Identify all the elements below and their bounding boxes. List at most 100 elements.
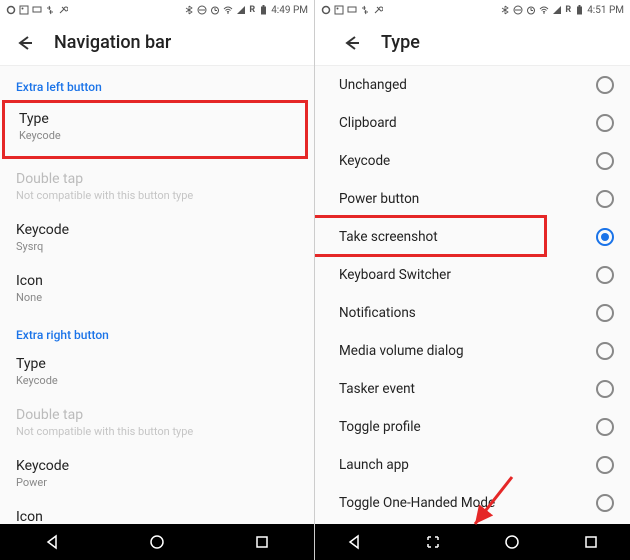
status-left-icons — [6, 5, 68, 15]
back-button[interactable] — [12, 31, 36, 55]
wifi-icon — [223, 5, 233, 15]
pref-title: Icon — [16, 509, 298, 524]
status-bar: R 4:51 PM — [315, 0, 630, 20]
pref-sub: None — [16, 291, 298, 304]
pref-sub: Power — [16, 476, 298, 489]
radio-option[interactable]: Notifications — [315, 294, 630, 332]
pref-title: Type — [16, 356, 298, 372]
left-screenshot: R 4:49 PM Navigation bar Extra left butt… — [0, 0, 315, 560]
pref-doubletap: Double tap Not compatible with this butt… — [0, 397, 314, 448]
circle-icon — [321, 5, 331, 15]
status-right-icons: R 4:51 PM — [500, 5, 624, 16]
pref-title: Keycode — [16, 458, 298, 474]
radio-option[interactable]: Keycode — [315, 142, 630, 180]
pref-type[interactable]: Type Keycode — [0, 346, 314, 397]
wifi-icon — [539, 5, 549, 15]
pref-sub: Keycode — [19, 129, 291, 142]
bluetooth-icon — [500, 5, 510, 15]
pref-sub: Not compatible with this button type — [16, 189, 298, 202]
radio-button-icon[interactable] — [596, 342, 614, 360]
pref-title: Icon — [16, 273, 298, 289]
pref-title: Double tap — [16, 407, 298, 423]
bluetooth-icon — [184, 5, 194, 15]
radio-button-icon[interactable] — [596, 190, 614, 208]
app-bar: Navigation bar — [0, 20, 314, 66]
pref-doubletap: Double tap Not compatible with this butt… — [0, 161, 314, 212]
radio-option[interactable]: Toggle One-Handed Mode — [315, 484, 630, 522]
nav-recents-button[interactable] — [242, 530, 282, 554]
radio-label: Power button — [339, 191, 419, 207]
radio-list[interactable]: Unchanged Clipboard Keycode Power button Tak… — [315, 66, 630, 524]
right-screenshot: R 4:51 PM Type Unchanged Clipboard Keycode… — [315, 0, 630, 560]
status-right-icons: R 4:49 PM — [184, 5, 308, 16]
wrench-icon — [58, 5, 68, 15]
settings-list[interactable]: Extra left button Type Keycode Double ta… — [0, 66, 314, 524]
alarm-icon — [526, 5, 536, 15]
navigation-bar — [315, 524, 630, 560]
radio-option[interactable]: Toggle profile — [315, 408, 630, 446]
radio-option[interactable]: Unchanged — [315, 66, 630, 104]
radio-option[interactable]: Launch app — [315, 446, 630, 484]
pref-title: Double tap — [16, 171, 298, 187]
radio-label: Keycode — [339, 153, 390, 169]
image-icon — [334, 5, 344, 15]
pref-sub: Not compatible with this button type — [16, 425, 298, 438]
pref-title: Keycode — [16, 222, 298, 238]
radio-label: Tasker event — [339, 381, 415, 397]
radio-button-icon[interactable] — [596, 380, 614, 398]
monitor-icon — [32, 5, 42, 15]
radio-option[interactable]: Tasker event — [315, 370, 630, 408]
section-header: Extra left button — [0, 66, 314, 98]
nav-recents-button[interactable] — [571, 530, 611, 554]
radio-button-icon[interactable] — [596, 114, 614, 132]
radio-label: Notifications — [339, 305, 416, 321]
network-type: R — [565, 5, 571, 15]
radio-option[interactable]: Keyboard Switcher — [315, 256, 630, 294]
radio-button-icon[interactable] — [596, 418, 614, 436]
radio-option[interactable]: Media volume dialog — [315, 332, 630, 370]
clock: 4:51 PM — [587, 5, 624, 16]
radio-option[interactable]: Take screenshot — [315, 218, 630, 256]
radio-option[interactable]: Power button — [315, 180, 630, 218]
radio-button-icon[interactable] — [596, 266, 614, 284]
dnd-icon — [513, 5, 523, 15]
nav-screenshot-button[interactable] — [413, 530, 453, 554]
radio-label: Toggle profile — [339, 419, 421, 435]
swap-icon — [45, 5, 55, 15]
wrench-icon — [373, 5, 383, 15]
section-header: Extra right button — [0, 314, 314, 346]
pref-icon[interactable]: Icon None — [0, 263, 314, 314]
radio-option[interactable]: Clipboard — [315, 104, 630, 142]
page-title: Navigation bar — [54, 32, 171, 53]
network-type: R — [249, 5, 255, 15]
radio-label: Unchanged — [339, 77, 407, 93]
radio-label: Toggle One-Handed Mode — [339, 495, 495, 511]
navigation-bar — [0, 524, 314, 560]
radio-button-icon[interactable] — [596, 304, 614, 322]
nav-home-button[interactable] — [492, 530, 532, 554]
battery-icon — [574, 5, 584, 15]
nav-back-button[interactable] — [32, 530, 72, 554]
dnd-icon — [197, 5, 207, 15]
page-title: Type — [381, 32, 420, 53]
circle-icon — [6, 5, 16, 15]
pref-keycode[interactable]: Keycode Power — [0, 448, 314, 499]
alarm-icon — [210, 5, 220, 15]
pref-keycode[interactable]: Keycode Sysrq — [0, 212, 314, 263]
radio-button-icon[interactable] — [596, 76, 614, 94]
status-bar: R 4:49 PM — [0, 0, 314, 20]
radio-button-icon[interactable] — [596, 494, 614, 512]
swap-icon — [360, 5, 370, 15]
pref-sub: Keycode — [16, 374, 298, 387]
monitor-icon — [347, 5, 357, 15]
radio-label: Keyboard Switcher — [339, 267, 451, 283]
signal-icon — [236, 5, 246, 15]
nav-home-button[interactable] — [137, 530, 177, 554]
radio-button-icon[interactable] — [596, 152, 614, 170]
back-button[interactable] — [339, 31, 363, 55]
radio-button-icon[interactable] — [596, 228, 614, 246]
pref-type[interactable]: Type Keycode — [2, 100, 308, 159]
pref-icon[interactable]: Icon None — [0, 499, 314, 524]
radio-button-icon[interactable] — [596, 456, 614, 474]
nav-back-button[interactable] — [334, 530, 374, 554]
